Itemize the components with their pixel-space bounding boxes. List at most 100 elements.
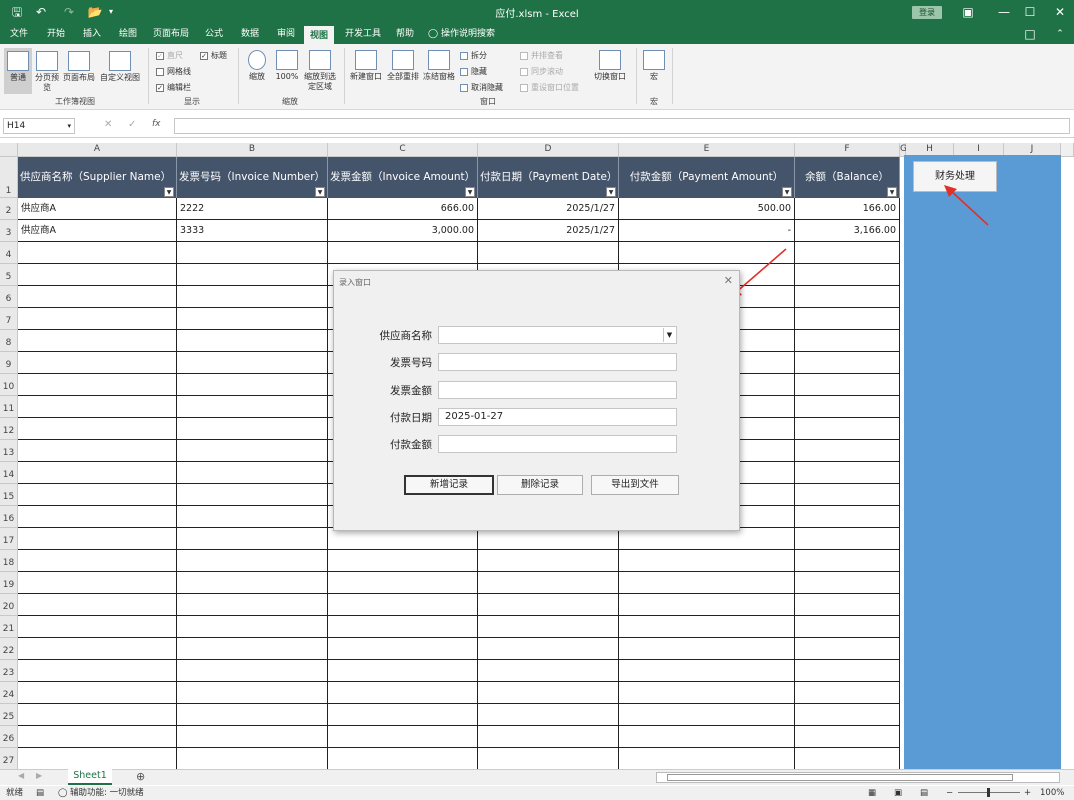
empty-cell[interactable] xyxy=(177,660,328,682)
sheet-tab-sheet1[interactable]: Sheet1 xyxy=(68,769,112,785)
empty-cell[interactable] xyxy=(478,550,619,572)
invoice-number-field[interactable] xyxy=(438,353,677,371)
row-header[interactable]: 11 xyxy=(0,396,18,418)
row-header[interactable]: 9 xyxy=(0,352,18,374)
empty-cell[interactable] xyxy=(177,638,328,660)
row-header[interactable]: 6 xyxy=(0,286,18,308)
empty-cell[interactable] xyxy=(795,550,900,572)
empty-cell[interactable] xyxy=(478,616,619,638)
empty-cell[interactable] xyxy=(478,726,619,748)
empty-cell[interactable] xyxy=(328,682,478,704)
gridlines-checkbox[interactable]: 网格线 xyxy=(156,66,191,77)
empty-cell[interactable] xyxy=(328,748,478,769)
custom-view-button[interactable]: 自定义视图 xyxy=(98,51,142,83)
table-cell[interactable]: 3,000.00 xyxy=(328,220,478,242)
empty-cell[interactable] xyxy=(619,748,795,769)
vertical-scrollbar[interactable] xyxy=(1061,143,1074,157)
split-button[interactable]: 拆分 xyxy=(460,50,487,61)
tab-page-layout[interactable]: 页面布局 xyxy=(148,24,194,44)
zoom-button[interactable]: 缩放 xyxy=(244,50,270,82)
collapse-ribbon-icon[interactable]: ⌃ xyxy=(1042,22,1074,46)
view-side-by-side-button[interactable]: 并排查看 xyxy=(520,50,563,61)
header-balance[interactable]: 余额（Balance） ▼ xyxy=(795,157,900,198)
tab-data[interactable]: 数据 xyxy=(234,24,266,44)
empty-cell[interactable] xyxy=(18,616,177,638)
name-box[interactable]: H14 ▾ xyxy=(3,118,75,134)
empty-cell[interactable] xyxy=(18,440,177,462)
empty-cell[interactable] xyxy=(478,638,619,660)
empty-cell[interactable] xyxy=(795,242,900,264)
empty-cell[interactable] xyxy=(795,286,900,308)
tab-home[interactable]: 开始 xyxy=(40,24,72,44)
tab-view[interactable]: 视图 xyxy=(304,24,334,44)
empty-cell[interactable] xyxy=(18,638,177,660)
row-header[interactable]: 22 xyxy=(0,638,18,660)
empty-cell[interactable] xyxy=(795,264,900,286)
tab-file[interactable]: 文件 xyxy=(4,24,34,44)
hide-button[interactable]: 隐藏 xyxy=(460,66,487,77)
table-cell[interactable]: - xyxy=(619,220,795,242)
normal-view-icon[interactable]: ▦ xyxy=(868,786,876,800)
header-payment-amount[interactable]: 付款金额（Payment Amount） ▼ xyxy=(619,157,795,198)
header-payment-date[interactable]: 付款日期（Payment Date） ▼ xyxy=(478,157,619,198)
empty-cell[interactable] xyxy=(478,660,619,682)
zoom-100-button[interactable]: 100% xyxy=(272,50,302,82)
empty-cell[interactable] xyxy=(795,528,900,550)
headings-checkbox[interactable]: ✓ 标题 xyxy=(200,50,227,61)
row-header[interactable]: 19 xyxy=(0,572,18,594)
empty-cell[interactable] xyxy=(795,748,900,769)
empty-cell[interactable] xyxy=(795,594,900,616)
empty-cell[interactable] xyxy=(177,704,328,726)
row-header[interactable]: 4 xyxy=(0,242,18,264)
empty-cell[interactable] xyxy=(18,462,177,484)
macros-button[interactable]: 宏 xyxy=(642,50,666,82)
empty-cell[interactable] xyxy=(795,374,900,396)
column-header-b[interactable]: B xyxy=(177,143,328,157)
scrollbar-thumb[interactable] xyxy=(667,774,1013,781)
reset-position-button[interactable]: 重设窗口位置 xyxy=(520,82,579,93)
empty-cell[interactable] xyxy=(795,506,900,528)
empty-cell[interactable] xyxy=(328,242,478,264)
zoom-out-icon[interactable]: − xyxy=(946,786,953,800)
empty-cell[interactable] xyxy=(795,418,900,440)
empty-cell[interactable] xyxy=(478,242,619,264)
tab-formulas[interactable]: 公式 xyxy=(198,24,230,44)
empty-cell[interactable] xyxy=(795,484,900,506)
empty-cell[interactable] xyxy=(328,704,478,726)
empty-cell[interactable] xyxy=(328,528,478,550)
zoom-slider-thumb[interactable] xyxy=(987,788,990,797)
empty-cell[interactable] xyxy=(177,308,328,330)
empty-cell[interactable] xyxy=(177,528,328,550)
tab-review[interactable]: 审阅 xyxy=(270,24,302,44)
prev-sheet-icon[interactable]: ◀ xyxy=(18,771,24,780)
tab-developer[interactable]: 开发工具 xyxy=(340,24,386,44)
tab-draw[interactable]: 绘图 xyxy=(112,24,144,44)
delete-record-button[interactable]: 删除记录 xyxy=(497,475,583,495)
empty-cell[interactable] xyxy=(328,660,478,682)
column-header-d[interactable]: D xyxy=(478,143,619,157)
empty-cell[interactable] xyxy=(795,330,900,352)
empty-cell[interactable] xyxy=(18,242,177,264)
empty-cell[interactable] xyxy=(795,726,900,748)
empty-cell[interactable] xyxy=(18,660,177,682)
empty-cell[interactable] xyxy=(177,682,328,704)
row-header[interactable]: 27 xyxy=(0,748,18,769)
header-supplier-name[interactable]: 供应商名称（Supplier Name） ▼ xyxy=(18,157,177,198)
select-all-corner[interactable] xyxy=(0,143,18,157)
header-invoice-amount[interactable]: 发票金额（Invoice Amount） ▼ xyxy=(328,157,478,198)
table-cell[interactable]: 2222 xyxy=(177,198,328,220)
empty-cell[interactable] xyxy=(18,528,177,550)
filter-dropdown-icon[interactable]: ▼ xyxy=(315,187,325,197)
row-header[interactable]: 23 xyxy=(0,660,18,682)
empty-cell[interactable] xyxy=(177,242,328,264)
insert-function-icon[interactable]: fx xyxy=(152,119,161,129)
empty-cell[interactable] xyxy=(619,682,795,704)
zoom-selection-button[interactable]: 缩放到选定区域 xyxy=(302,50,338,92)
empty-cell[interactable] xyxy=(619,594,795,616)
empty-cell[interactable] xyxy=(795,352,900,374)
supplier-name-dropdown[interactable]: ▼ xyxy=(438,326,677,344)
empty-cell[interactable] xyxy=(18,748,177,769)
empty-cell[interactable] xyxy=(177,352,328,374)
empty-cell[interactable] xyxy=(18,550,177,572)
empty-cell[interactable] xyxy=(177,264,328,286)
